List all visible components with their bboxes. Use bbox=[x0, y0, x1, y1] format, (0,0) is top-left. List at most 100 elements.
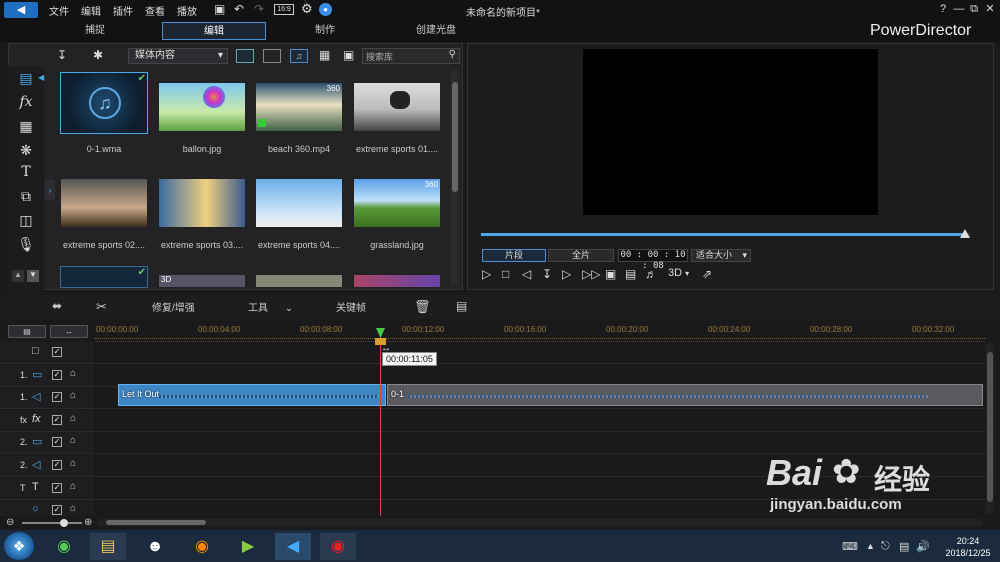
timeline-vscroll[interactable] bbox=[986, 344, 994, 514]
camera-snapshot-icon[interactable]: ▣ bbox=[605, 267, 616, 281]
minimize-icon[interactable]: — bbox=[953, 3, 965, 15]
restore-icon[interactable]: ⧉ bbox=[968, 3, 980, 15]
expand-arrow-icon[interactable]: ◀ bbox=[38, 73, 44, 82]
track-row[interactable] bbox=[95, 410, 985, 432]
track-enable-checkbox[interactable]: ✓ bbox=[52, 505, 62, 515]
media-thumb-audio-2[interactable]: ✔ bbox=[60, 266, 148, 288]
media-thumb-grassland[interactable]: 360 bbox=[353, 178, 441, 228]
lock-icon[interactable]: ⌂ bbox=[70, 435, 76, 446]
lock-icon[interactable]: ⌂ bbox=[70, 481, 76, 492]
menu-view[interactable]: 查看 bbox=[145, 3, 165, 18]
track-header-video[interactable]: 2. ▭ ✓ ⌂ bbox=[0, 432, 94, 454]
more-features-icon[interactable]: ▤ bbox=[456, 299, 467, 313]
zoom-in-icon[interactable]: ⊕ bbox=[84, 517, 92, 528]
track-enable-checkbox[interactable]: ✓ bbox=[52, 370, 62, 380]
redo-icon[interactable]: ↷ bbox=[254, 2, 264, 16]
stop-icon[interactable]: □ bbox=[502, 267, 509, 281]
library-scrollbar[interactable] bbox=[451, 70, 459, 286]
timecode-display[interactable]: 00 : 00 : 10 : 08 bbox=[618, 249, 688, 271]
track-row[interactable] bbox=[95, 432, 985, 454]
track-enable-checkbox[interactable]: ✓ bbox=[52, 460, 62, 470]
taskbar-video-app-icon[interactable]: ▶ bbox=[230, 533, 266, 560]
track-header-fx[interactable]: fx fx ✓ ⌂ bbox=[0, 410, 94, 432]
fx-room-icon[interactable]: fx bbox=[14, 92, 38, 112]
taskbar-firefox-icon[interactable]: ◉ bbox=[184, 533, 220, 560]
media-thumb-3d[interactable]: 3D bbox=[158, 274, 246, 288]
taskbar-360-icon[interactable]: ◉ bbox=[46, 533, 82, 560]
undo-icon[interactable]: ↶ bbox=[234, 2, 244, 16]
media-thumb-extreme01[interactable] bbox=[353, 82, 441, 132]
tools-menu-button[interactable]: 工具 ⌄ bbox=[248, 299, 293, 314]
search-input[interactable]: 搜索库 ⚲ bbox=[362, 48, 460, 64]
library-scroll-thumb[interactable] bbox=[452, 82, 458, 192]
lock-icon[interactable]: ⌂ bbox=[70, 503, 76, 514]
video-filter-icon[interactable] bbox=[236, 49, 254, 63]
scroll-down-icon[interactable]: ▼ bbox=[27, 270, 39, 282]
aspect-ratio-icon[interactable]: 16:9 bbox=[274, 4, 294, 15]
pip-room-icon[interactable]: ▦ bbox=[14, 116, 38, 136]
movie-mode-button[interactable]: 全片 bbox=[548, 249, 614, 262]
particle-room-icon[interactable]: ❋ bbox=[14, 140, 38, 160]
tray-keyboard-icon[interactable]: ⌨ bbox=[842, 540, 858, 553]
audio-clip-0-1[interactable]: 0-1 bbox=[387, 384, 983, 406]
tray-clock[interactable]: 20:24 2018/12/25 bbox=[940, 535, 996, 559]
track-header-overlay[interactable]: □ ✓ bbox=[0, 342, 94, 364]
media-thumb-ballon[interactable] bbox=[158, 82, 246, 132]
track-enable-checkbox[interactable]: ✓ bbox=[52, 437, 62, 447]
media-room-icon[interactable]: ▤ bbox=[14, 68, 38, 88]
tray-show-hidden-icon[interactable]: ▲ bbox=[866, 541, 875, 551]
audio-clip-let-it-out[interactable]: Let It Out bbox=[118, 384, 386, 406]
taskbar-recorder-icon[interactable]: ◉ bbox=[320, 533, 356, 560]
track-enable-checkbox[interactable]: ✓ bbox=[52, 415, 62, 425]
panel-expand-icon[interactable]: › bbox=[45, 180, 55, 200]
timeline-hscroll[interactable] bbox=[98, 519, 982, 526]
trash-icon[interactable]: 🗑 bbox=[414, 299, 431, 315]
audio-filter-icon[interactable]: ♫ bbox=[290, 49, 308, 63]
media-thumb-extreme04[interactable] bbox=[255, 178, 343, 228]
playhead[interactable] bbox=[380, 330, 381, 516]
settings-gear-icon[interactable]: ⚙ bbox=[301, 1, 313, 17]
zoom-select[interactable]: 适合大小 ▾ bbox=[691, 249, 751, 262]
tab-create-disc[interactable]: 创建光盘 bbox=[396, 22, 476, 40]
storyboard-view-button[interactable]: ▤ bbox=[8, 325, 46, 338]
track-header-video[interactable]: 1. ▭ ✓ ⌂ bbox=[0, 365, 94, 387]
taskbar-powerdirector-icon[interactable]: ◀ bbox=[275, 533, 311, 560]
plugin-icon[interactable]: ✱ bbox=[88, 48, 108, 64]
clip-mode-button[interactable]: 片段 bbox=[482, 249, 546, 262]
grid-view-icon[interactable]: ▦ bbox=[319, 48, 330, 62]
scroll-up-icon[interactable]: ▲ bbox=[12, 270, 24, 282]
voiceover-room-icon[interactable]: 🎙 bbox=[14, 234, 38, 254]
snapshot-marker-icon[interactable]: ↧ bbox=[542, 267, 552, 281]
close-icon[interactable]: ✕ bbox=[984, 3, 996, 15]
zoom-out-icon[interactable]: ⊖ bbox=[6, 517, 14, 528]
track-enable-checkbox[interactable]: ✓ bbox=[52, 483, 62, 493]
media-thumb-beach[interactable]: 360 bbox=[255, 82, 343, 132]
tab-capture[interactable]: 捕捉 bbox=[60, 22, 130, 40]
seek-handle[interactable] bbox=[960, 229, 970, 238]
tray-device-icon[interactable]: ⎋ bbox=[881, 540, 890, 553]
vscroll-thumb[interactable] bbox=[987, 352, 993, 502]
menu-plugins[interactable]: 插件 bbox=[113, 3, 133, 18]
track-enable-checkbox[interactable]: ✓ bbox=[52, 347, 62, 357]
track-enable-checkbox[interactable]: ✓ bbox=[52, 392, 62, 402]
scissors-icon[interactable]: ✂ bbox=[96, 299, 107, 315]
zoom-slider-knob[interactable] bbox=[60, 519, 68, 527]
tab-edit[interactable]: 编辑 bbox=[162, 22, 266, 40]
previous-frame-icon[interactable]: ◁ bbox=[522, 267, 531, 281]
fast-forward-icon[interactable]: ▷▷ bbox=[582, 267, 600, 281]
help-icon[interactable]: ? bbox=[937, 3, 949, 15]
audio-mixing-room-icon[interactable]: ◫ bbox=[14, 210, 38, 230]
volume-icon[interactable]: ♬ bbox=[645, 267, 657, 281]
menu-edit[interactable]: 编辑 bbox=[81, 3, 101, 18]
menu-play[interactable]: 播放 bbox=[177, 3, 197, 18]
media-thumb-audio[interactable]: ♫ ✔ bbox=[60, 72, 148, 134]
track-header-title[interactable]: T T ✓ ⌂ bbox=[0, 478, 94, 500]
subtitles-icon[interactable]: ▤ bbox=[625, 267, 636, 281]
media-thumb-row3-d[interactable] bbox=[353, 274, 441, 288]
start-button[interactable]: ❖ bbox=[4, 532, 34, 560]
fit-timeline-button[interactable]: ↔ bbox=[50, 325, 88, 338]
tray-volume-icon[interactable]: 🔊 bbox=[916, 540, 930, 553]
track-row[interactable] bbox=[95, 342, 985, 364]
undock-icon[interactable]: ⇗ bbox=[702, 267, 712, 281]
transition-room-icon[interactable]: ⧉ bbox=[14, 186, 38, 206]
